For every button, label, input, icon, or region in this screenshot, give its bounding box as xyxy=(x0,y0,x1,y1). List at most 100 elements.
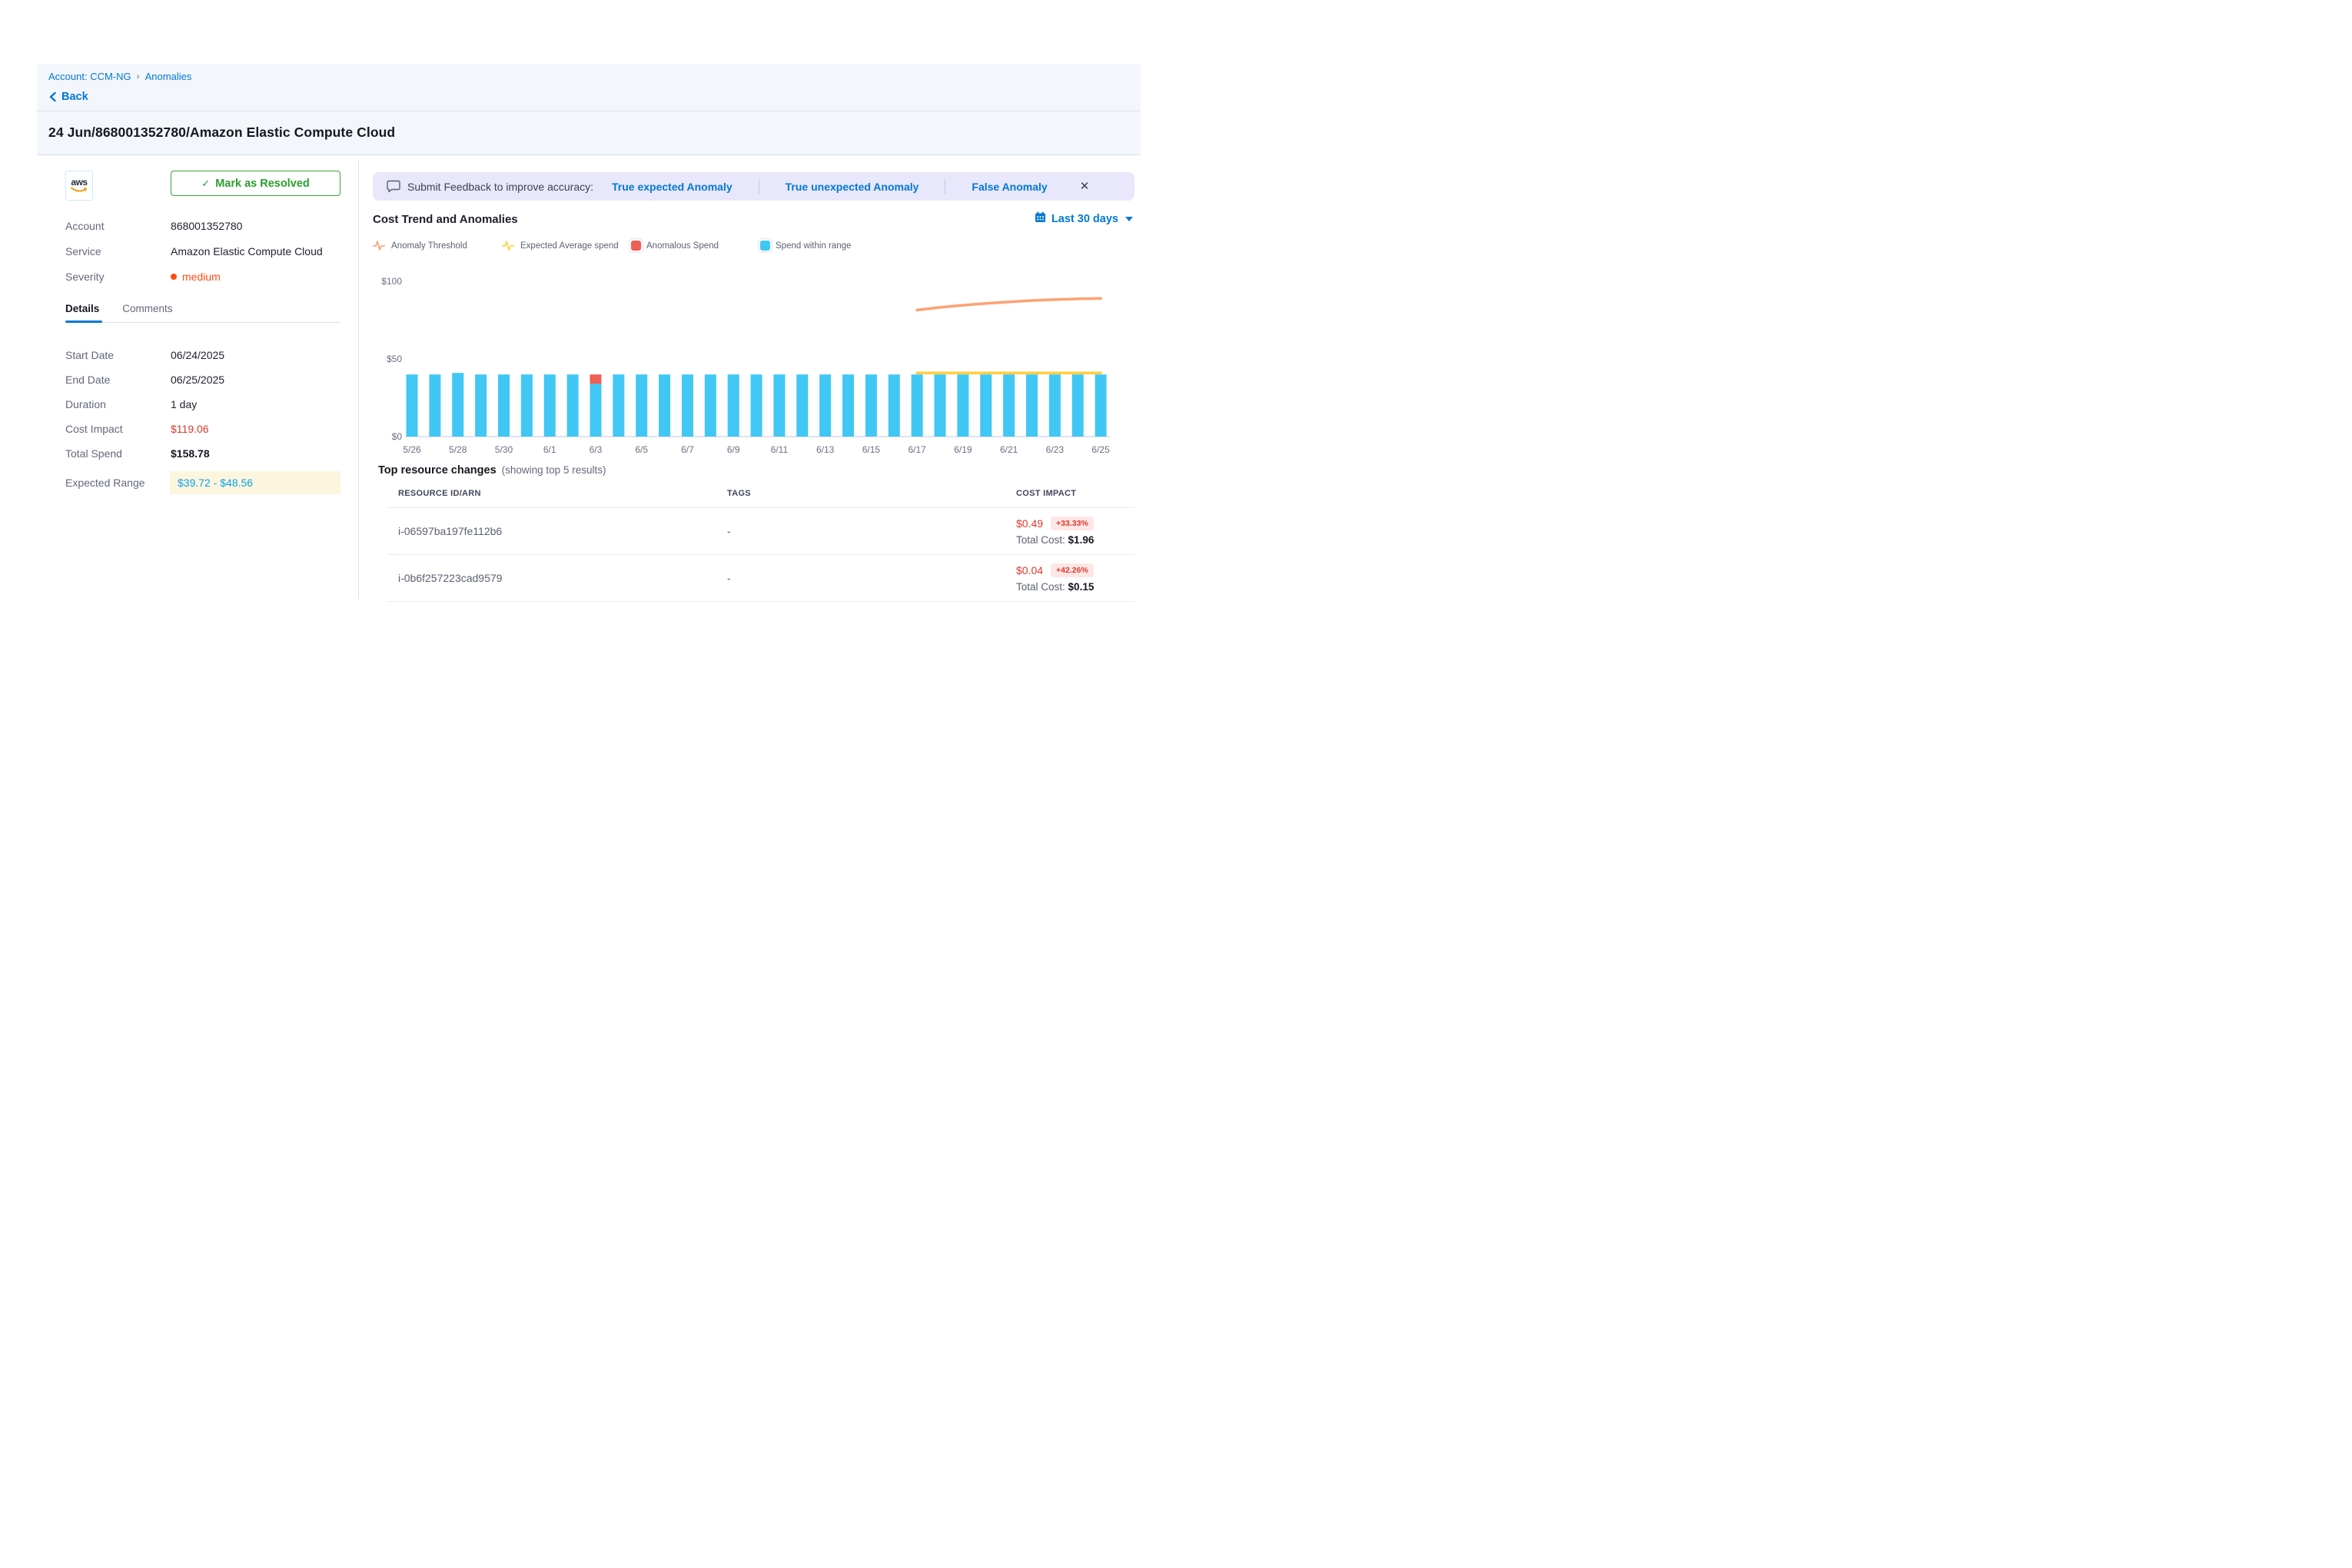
expected-range-value: $39.72 - $48.56 xyxy=(170,471,341,494)
legend-expected-average: Expected Average spend xyxy=(502,240,631,251)
svg-text:6/5: 6/5 xyxy=(635,444,648,455)
end-date-label: End Date xyxy=(65,374,171,386)
chevron-right-icon: › xyxy=(137,71,140,81)
resources-title: Top resource changes xyxy=(378,464,497,477)
chart-title: Cost Trend and Anomalies xyxy=(373,213,518,226)
total-cost-label: Total Cost: xyxy=(1016,581,1065,593)
cost-impact-amount: $0.04 xyxy=(1016,564,1043,576)
total-cost-value: $0.15 xyxy=(1068,581,1095,593)
service-label: Service xyxy=(65,245,171,257)
chart-legend: Anomaly Threshold Expected Average spend… xyxy=(373,240,1134,251)
svg-text:6/23: 6/23 xyxy=(1046,444,1065,455)
main-content: aws ✓ Mark as Resolved Account 868001352… xyxy=(0,155,1176,602)
severity-row: Severity medium xyxy=(65,271,341,283)
feedback-true-unexpected-button[interactable]: True unexpected Anomaly xyxy=(786,181,919,193)
mark-as-resolved-button[interactable]: ✓ Mark as Resolved xyxy=(171,171,341,196)
resource-cost-impact: $0.49 +33.33% Total Cost: $1.96 xyxy=(1005,508,1134,554)
legend-label: Anomalous Spend xyxy=(646,241,719,251)
svg-text:6/11: 6/11 xyxy=(771,444,789,455)
feedback-true-expected-button[interactable]: True expected Anomaly xyxy=(612,181,733,193)
cost-change-badge: +42.26% xyxy=(1051,563,1094,577)
column-cost-impact: COST IMPACT xyxy=(1005,486,1134,507)
square-swatch-icon xyxy=(631,241,641,251)
total-spend-row: Total Spend $158.78 xyxy=(65,447,341,460)
chat-bubble-icon xyxy=(387,180,400,193)
legend-anomaly-threshold: Anomaly Threshold xyxy=(373,240,502,251)
anomaly-summary-panel: aws ✓ Mark as Resolved Account 868001352… xyxy=(48,155,341,602)
svg-text:6/13: 6/13 xyxy=(816,444,835,455)
breadcrumb: Account: CCM-NG › Anomalies xyxy=(48,71,1129,82)
tab-comments[interactable]: Comments xyxy=(122,303,172,322)
feedback-prompt: Submit Feedback to improve accuracy: xyxy=(407,181,593,193)
back-button[interactable]: Back xyxy=(48,91,102,103)
duration-label: Duration xyxy=(65,398,171,410)
end-date-value: 06/25/2025 xyxy=(171,374,224,386)
details-list: Start Date 06/24/2025 End Date 06/25/202… xyxy=(65,348,341,494)
account-label: Account xyxy=(65,220,171,232)
total-spend-value: $158.78 xyxy=(171,447,210,460)
svg-text:6/7: 6/7 xyxy=(681,444,694,455)
resources-table-header: RESOURCE ID/ARN TAGS COST IMPACT xyxy=(387,486,1134,508)
date-range-selector[interactable]: Last 30 days xyxy=(1035,211,1133,227)
back-label: Back xyxy=(61,91,88,103)
svg-text:6/19: 6/19 xyxy=(954,444,972,455)
account-row: Account 868001352780 xyxy=(65,220,341,232)
start-date-label: Start Date xyxy=(65,349,171,361)
page-header: Account: CCM-NG › Anomalies Back 24 Jun/… xyxy=(37,64,1141,155)
caret-down-icon xyxy=(1125,217,1133,221)
total-cost-value: $1.96 xyxy=(1068,534,1095,546)
feedback-bar: Submit Feedback to improve accuracy: Tru… xyxy=(373,172,1134,201)
cost-impact-amount: $0.49 xyxy=(1016,517,1043,530)
chevron-left-icon xyxy=(48,91,57,102)
breadcrumb-anomalies-link[interactable]: Anomalies xyxy=(145,71,192,82)
start-date-row: Start Date 06/24/2025 xyxy=(65,348,341,362)
title-bar: 24 Jun/868001352780/Amazon Elastic Compu… xyxy=(37,111,1141,154)
pulse-icon xyxy=(373,240,386,251)
cost-impact-row: Cost Impact $119.06 xyxy=(65,422,341,436)
svg-text:6/3: 6/3 xyxy=(590,444,603,455)
severity-badge: medium xyxy=(171,271,221,283)
svg-text:6/9: 6/9 xyxy=(727,444,740,455)
end-date-row: End Date 06/25/2025 xyxy=(65,373,341,387)
column-resource-id: RESOURCE ID/ARN xyxy=(387,486,716,507)
severity-dot-icon xyxy=(171,274,177,280)
legend-label: Anomaly Threshold xyxy=(391,241,467,251)
breadcrumb-account-link[interactable]: Account: CCM-NG xyxy=(48,71,131,82)
duration-value: 1 day xyxy=(171,398,197,410)
svg-text:6/15: 6/15 xyxy=(862,444,881,455)
resource-id: i-06597ba197fe112b6 xyxy=(387,508,716,554)
legend-anomalous-spend: Anomalous Spend xyxy=(631,241,760,251)
resources-subtitle: (showing top 5 results) xyxy=(502,464,606,476)
service-value: Amazon Elastic Compute Cloud xyxy=(171,245,323,257)
svg-text:5/30: 5/30 xyxy=(495,444,513,455)
svg-text:5/28: 5/28 xyxy=(449,444,467,455)
page-title: 24 Jun/868001352780/Amazon Elastic Compu… xyxy=(48,125,1129,141)
tab-details[interactable]: Details xyxy=(65,303,99,322)
legend-label: Spend within range xyxy=(776,241,851,251)
aws-smile-icon xyxy=(70,187,88,194)
svg-text:$0: $0 xyxy=(392,431,403,442)
resource-cost-impact: $0.04 +42.26% Total Cost: $0.15 xyxy=(1005,555,1134,601)
severity-value: medium xyxy=(182,271,221,283)
service-row: Service Amazon Elastic Compute Cloud xyxy=(65,245,341,257)
pulse-icon xyxy=(502,240,515,251)
svg-text:6/1: 6/1 xyxy=(543,444,556,455)
trend-panel: Submit Feedback to improve accuracy: Tru… xyxy=(359,155,1134,602)
total-cost-label: Total Cost: xyxy=(1016,534,1065,546)
feedback-false-anomaly-button[interactable]: False Anomaly xyxy=(972,181,1047,193)
aws-logo-text: aws xyxy=(71,178,87,187)
column-tags: TAGS xyxy=(716,486,1005,507)
calendar-icon xyxy=(1035,211,1046,227)
check-icon: ✓ xyxy=(201,178,210,190)
svg-text:$50: $50 xyxy=(387,354,402,364)
expected-range-label: Expected Range xyxy=(65,477,171,489)
table-row[interactable]: i-06597ba197fe112b6 - $0.49 +33.33% Tota… xyxy=(387,508,1134,555)
cost-impact-value: $119.06 xyxy=(171,423,209,435)
cost-trend-chart[interactable]: $0$50$1005/265/285/306/16/36/56/76/96/11… xyxy=(373,271,1113,457)
total-spend-label: Total Spend xyxy=(65,447,171,460)
expected-range-row: Expected Range $39.72 - $48.56 xyxy=(65,471,341,494)
table-row[interactable]: i-0b6f257223cad9579 - $0.04 +42.26% Tota… xyxy=(387,555,1134,602)
resource-tags: - xyxy=(716,555,1005,601)
date-range-label: Last 30 days xyxy=(1051,213,1118,225)
close-icon[interactable]: ✕ xyxy=(1080,181,1090,192)
